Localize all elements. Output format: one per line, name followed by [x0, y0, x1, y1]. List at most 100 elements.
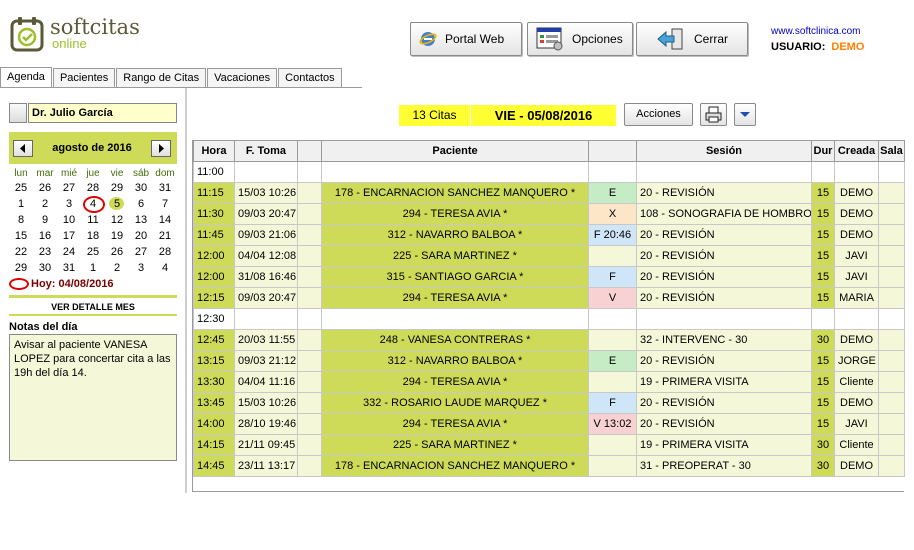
calendar-day[interactable]: 21: [153, 228, 177, 244]
cell-hora[interactable]: 12:00: [193, 266, 235, 288]
next-month-button[interactable]: [151, 140, 171, 157]
cell-sesion[interactable]: 20 - REVISIÓN: [636, 350, 812, 372]
cell-sesion[interactable]: 20 - REVISIÓN: [636, 266, 812, 288]
cell-dur[interactable]: 30: [811, 455, 835, 477]
calendar-day[interactable]: 31: [153, 180, 177, 196]
cell-sesion[interactable]: 108 - SONOGRAFIA DE HOMBRO: [636, 203, 812, 225]
cell-creada[interactable]: [834, 308, 879, 330]
cell-sesion[interactable]: [636, 161, 812, 183]
cell-ftoma[interactable]: [234, 161, 298, 183]
cell-sesion[interactable]: 20 - REVISIÓN: [636, 245, 812, 267]
cell-paciente[interactable]: 294 - TERESA AVIA *: [321, 371, 589, 393]
cell-ftoma[interactable]: 31/08 16:46: [234, 266, 298, 288]
calendar-day[interactable]: 23: [33, 244, 57, 260]
cell-blank[interactable]: [297, 224, 322, 246]
table-row[interactable]: 14:15 21/11 09:45 225 - SARA MARTINEZ * 19 …: [193, 434, 905, 456]
table-row[interactable]: 12:00 04/04 12:08 225 - SARA MARTINEZ * 20 …: [193, 245, 905, 267]
cell-dur[interactable]: 15: [811, 287, 835, 309]
calendar-day[interactable]: 27: [129, 244, 153, 260]
cell-sesion[interactable]: 19 - PRIMERA VISITA: [636, 371, 812, 393]
cell-hora[interactable]: 12:30: [193, 308, 235, 330]
cell-blank[interactable]: [297, 392, 322, 414]
cell-sala[interactable]: [878, 371, 905, 393]
cell-code[interactable]: E: [588, 350, 637, 372]
calendar-day[interactable]: 24: [57, 244, 81, 260]
calendar-day[interactable]: 3: [129, 260, 153, 276]
cell-sesion[interactable]: 20 - REVISIÓN: [636, 392, 812, 414]
cell-paciente[interactable]: 178 - ENCARNACION SANCHEZ MANQUERO *: [321, 455, 589, 477]
cell-sala[interactable]: [878, 182, 905, 204]
table-row[interactable]: 13:45 15/03 10:26 332 - ROSARIO LAUDE MARQ…: [193, 392, 905, 414]
calendar-day[interactable]: 15: [9, 228, 33, 244]
cell-dur[interactable]: 15: [811, 350, 835, 372]
cell-hora[interactable]: 12:15: [193, 287, 235, 309]
cell-paciente[interactable]: [321, 308, 589, 330]
calendar-day[interactable]: 14: [153, 212, 177, 228]
calendar-day[interactable]: 22: [9, 244, 33, 260]
cell-creada[interactable]: DEMO: [834, 224, 879, 246]
cell-code[interactable]: [588, 161, 637, 183]
cell-code[interactable]: X: [588, 203, 637, 225]
cell-creada[interactable]: Cliente: [834, 371, 879, 393]
cell-creada[interactable]: MARIA: [834, 287, 879, 309]
cell-sesion[interactable]: 19 - PRIMERA VISITA: [636, 434, 812, 456]
col-paciente[interactable]: Paciente: [321, 140, 589, 162]
calendar-day[interactable]: 28: [81, 180, 105, 196]
cell-sala[interactable]: [878, 224, 905, 246]
calendar-day[interactable]: 6: [129, 196, 153, 212]
table-row[interactable]: 11:15 15/03 10:26 178 - ENCARNACION SANCHE…: [193, 182, 905, 204]
cell-creada[interactable]: Cliente: [834, 434, 879, 456]
ver-detalle-mes-link[interactable]: VER DETALLE MES: [9, 302, 177, 312]
calendar-day[interactable]: 3: [57, 196, 81, 212]
table-row[interactable]: 14:45 23/11 13:17 178 - ENCARNACION SANCHE…: [193, 455, 905, 477]
cell-blank[interactable]: [297, 182, 322, 204]
cell-code[interactable]: F 20:46: [588, 224, 637, 246]
opciones-button[interactable]: Opciones: [527, 22, 633, 56]
cell-ftoma[interactable]: 09/03 20:47: [234, 203, 298, 225]
calendar-day[interactable]: 1: [9, 196, 33, 212]
cell-hora[interactable]: 13:15: [193, 350, 235, 372]
cell-blank[interactable]: [297, 266, 322, 288]
cell-code[interactable]: [588, 455, 637, 477]
cell-hora[interactable]: 13:45: [193, 392, 235, 414]
tab-rango-de-citas[interactable]: Rango de Citas: [116, 68, 207, 88]
cell-blank[interactable]: [297, 329, 322, 351]
cell-blank[interactable]: [297, 455, 322, 477]
table-row[interactable]: 12:30: [193, 308, 905, 330]
calendar-day[interactable]: 25: [9, 180, 33, 196]
col-dur[interactable]: Dur: [811, 140, 835, 162]
prev-month-button[interactable]: [13, 140, 33, 157]
cell-ftoma[interactable]: 21/11 09:45: [234, 434, 298, 456]
cell-ftoma[interactable]: 04/04 12:08: [234, 245, 298, 267]
cell-hora[interactable]: 14:45: [193, 455, 235, 477]
cell-blank[interactable]: [297, 161, 322, 183]
cell-sesion[interactable]: 32 - INTERVENC - 30: [636, 329, 812, 351]
cell-hora[interactable]: 12:00: [193, 245, 235, 267]
cell-blank[interactable]: [297, 287, 322, 309]
calendar-day[interactable]: 16: [33, 228, 57, 244]
cell-paciente[interactable]: [321, 161, 589, 183]
cell-ftoma[interactable]: 04/04 11:16: [234, 371, 298, 393]
cell-sala[interactable]: [878, 392, 905, 414]
cell-sala[interactable]: [878, 203, 905, 225]
cell-code[interactable]: [588, 371, 637, 393]
cell-paciente[interactable]: 178 - ENCARNACION SANCHEZ MANQUERO *: [321, 182, 589, 204]
table-row[interactable]: 11:45 09/03 21:06 312 - NAVARRO BALBOA * F …: [193, 224, 905, 246]
cell-sala[interactable]: [878, 455, 905, 477]
calendar-day[interactable]: 17: [57, 228, 81, 244]
table-row[interactable]: 12:15 09/03 20:47 294 - TERESA AVIA * V 20 -…: [193, 287, 905, 309]
calendar-day[interactable]: 30: [33, 260, 57, 276]
calendar-day[interactable]: 28: [153, 244, 177, 260]
cell-code[interactable]: [588, 245, 637, 267]
cell-ftoma[interactable]: 15/03 10:26: [234, 392, 298, 414]
calendar-day[interactable]: 31: [57, 260, 81, 276]
cell-paciente[interactable]: 315 - SANTIAGO GARCIA *: [321, 266, 589, 288]
table-row[interactable]: 13:30 04/04 11:16 294 - TERESA AVIA * 19 - …: [193, 371, 905, 393]
col-sesion[interactable]: Sesión: [636, 140, 812, 162]
table-row[interactable]: 11:00: [193, 161, 905, 183]
cell-dur[interactable]: [811, 161, 835, 183]
cell-ftoma[interactable]: 23/11 13:17: [234, 455, 298, 477]
calendar-day[interactable]: 12: [105, 212, 129, 228]
cell-sesion[interactable]: 20 - REVISIÓN: [636, 413, 812, 435]
cell-dur[interactable]: 30: [811, 434, 835, 456]
